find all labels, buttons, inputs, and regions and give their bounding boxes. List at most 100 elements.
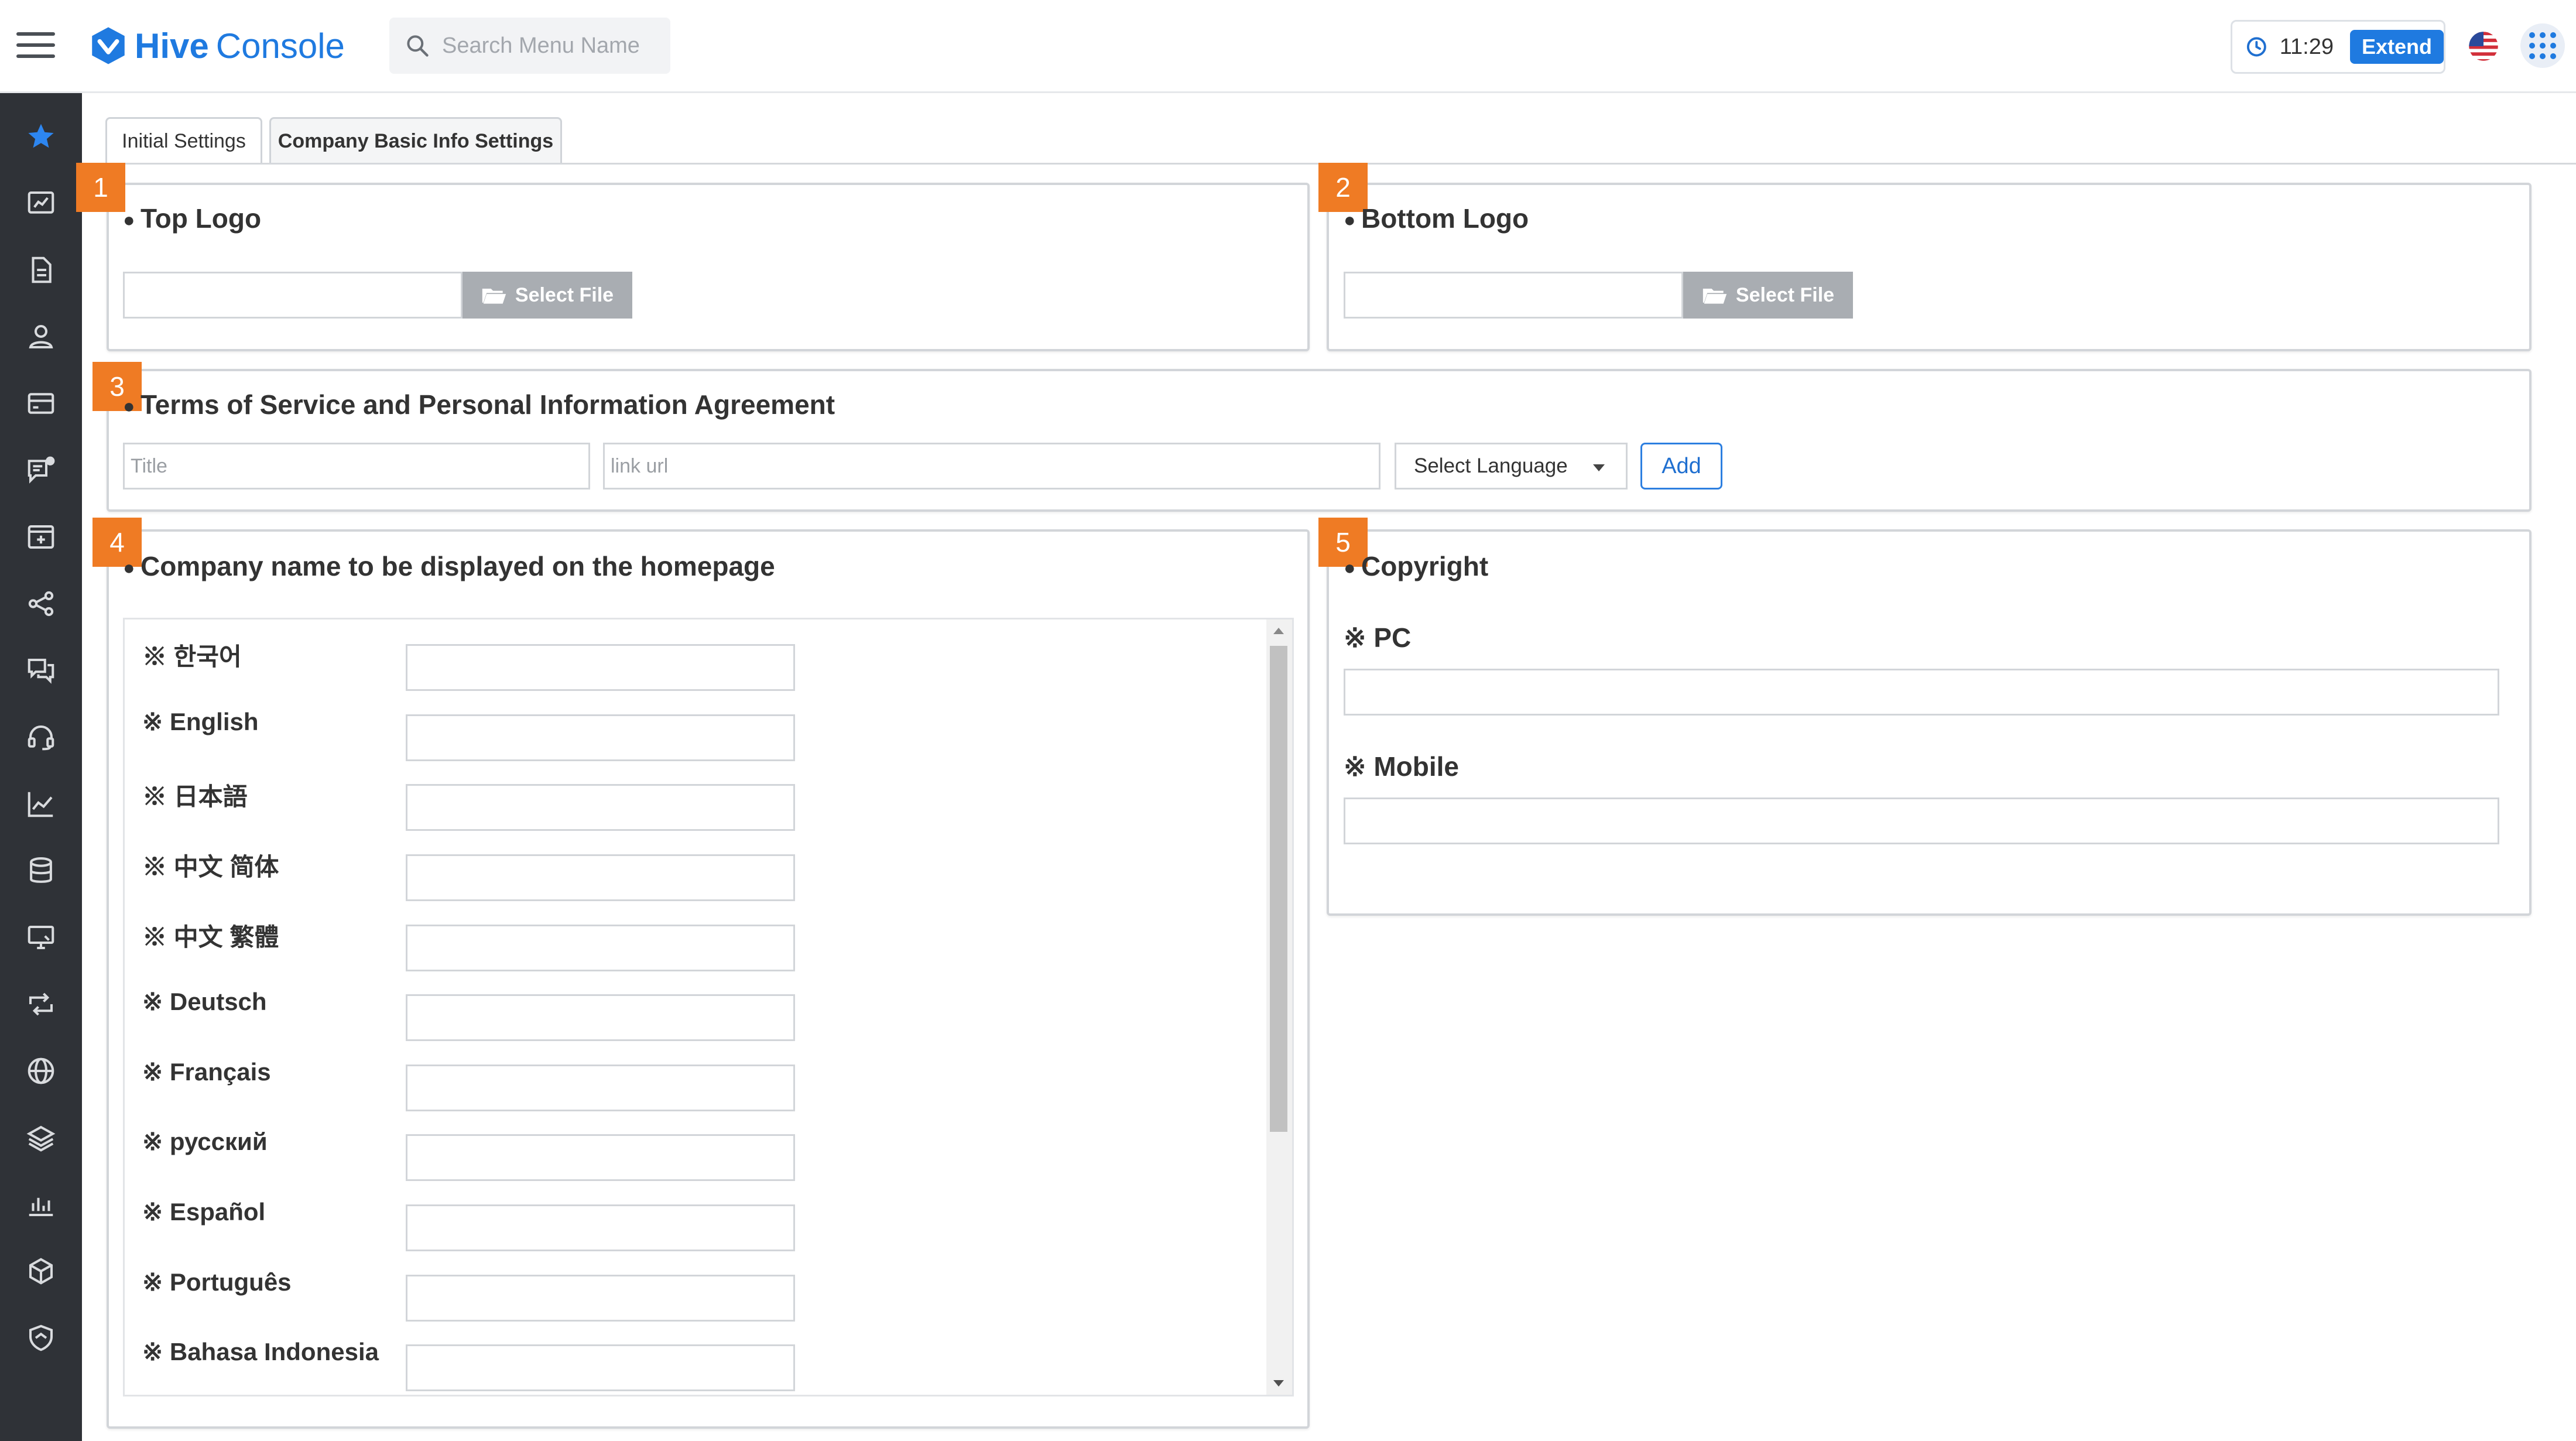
language-label: ※ 日本語 bbox=[142, 783, 248, 810]
list-item: ※ русский bbox=[125, 1124, 1237, 1181]
company-name-language-list[interactable]: ※ 한국어 ※ English ※ 日本語 ※ 中文 简体 ※ 中文 繁體 ※ … bbox=[123, 618, 1294, 1396]
company-name-input-ru[interactable] bbox=[406, 1134, 795, 1181]
message-icon[interactable] bbox=[0, 441, 82, 499]
language-label: ※ 中文 简体 bbox=[142, 853, 279, 881]
folder-open-icon bbox=[482, 289, 506, 304]
scrollbar[interactable] bbox=[1266, 619, 1292, 1395]
caret-down-icon bbox=[1593, 464, 1605, 471]
hive-logo-icon bbox=[92, 27, 125, 64]
sync-icon[interactable] bbox=[0, 975, 82, 1033]
language-label: ※ русский bbox=[142, 1128, 268, 1155]
terms-title: Terms of Service and Personal Informatio… bbox=[123, 389, 835, 420]
folder-open-icon bbox=[1703, 289, 1727, 304]
top-bar: Hive Console 11:29 Extend bbox=[0, 0, 2576, 93]
search-icon bbox=[407, 35, 429, 57]
select-file-label: Select File bbox=[1735, 283, 1835, 306]
list-item: ※ 中文 简体 bbox=[125, 844, 1237, 901]
list-item: ※ English bbox=[125, 704, 1237, 761]
app-grid-icon[interactable] bbox=[2520, 23, 2565, 68]
bar-chart-icon[interactable] bbox=[0, 1175, 82, 1234]
dashboard-icon[interactable] bbox=[0, 174, 82, 232]
language-label: ※ Deutsch bbox=[142, 988, 267, 1015]
database-icon[interactable] bbox=[0, 841, 82, 900]
globe-icon[interactable] bbox=[0, 1042, 82, 1100]
language-select-label: Select Language bbox=[1414, 454, 1568, 477]
shield-icon[interactable] bbox=[0, 1309, 82, 1367]
logo-product: Console bbox=[215, 26, 345, 66]
bottom-logo-title: Bottom Logo bbox=[1344, 203, 1529, 234]
language-label: ※ English bbox=[142, 708, 259, 735]
company-name-input-en[interactable] bbox=[406, 714, 795, 761]
add-terms-button[interactable]: Add bbox=[1640, 443, 1722, 490]
company-name-input-pt[interactable] bbox=[406, 1275, 795, 1322]
session-time: 11:29 bbox=[2279, 34, 2334, 59]
bottom-logo-select-file-button[interactable]: Select File bbox=[1683, 272, 1853, 319]
company-name-input-ja[interactable] bbox=[406, 784, 795, 831]
cube-icon[interactable] bbox=[0, 1242, 82, 1300]
sidebar bbox=[0, 93, 82, 1441]
section-badge-1: 1 bbox=[76, 163, 125, 212]
extend-button[interactable]: Extend bbox=[2349, 30, 2444, 64]
search-box[interactable] bbox=[389, 18, 670, 74]
top-logo-file-field[interactable] bbox=[123, 272, 463, 319]
company-name-title: Company name to be displayed on the home… bbox=[123, 550, 775, 582]
menu-icon[interactable] bbox=[16, 32, 55, 59]
scroll-up-arrow-icon[interactable] bbox=[1273, 628, 1284, 634]
top-logo-select-file-button[interactable]: Select File bbox=[463, 272, 632, 319]
chart-icon[interactable] bbox=[0, 775, 82, 833]
user-icon[interactable] bbox=[0, 307, 82, 366]
document-icon[interactable] bbox=[0, 241, 82, 299]
terms-title-input[interactable] bbox=[123, 443, 590, 490]
language-label: ※ Español bbox=[142, 1198, 266, 1226]
top-logo-title: Top Logo bbox=[123, 203, 261, 234]
company-name-input-zh-hans[interactable] bbox=[406, 854, 795, 901]
language-label: ※ 한국어 bbox=[142, 643, 242, 670]
copyright-pc-label: ※ PC bbox=[1344, 622, 1412, 653]
search-input[interactable] bbox=[441, 32, 666, 59]
share-icon[interactable] bbox=[0, 574, 82, 633]
logo[interactable]: Hive Console bbox=[87, 22, 345, 69]
copyright-mobile-input[interactable] bbox=[1344, 797, 2499, 844]
tab-company-basic-info-settings[interactable]: Company Basic Info Settings bbox=[269, 117, 562, 164]
list-item: ※ Français bbox=[125, 1054, 1237, 1111]
scroll-down-arrow-icon[interactable] bbox=[1273, 1380, 1284, 1387]
clock-icon bbox=[2246, 37, 2266, 57]
language-label: ※ Português bbox=[142, 1268, 292, 1296]
company-name-input-ko[interactable] bbox=[406, 644, 795, 691]
list-item: ※ 日本語 bbox=[125, 773, 1237, 831]
top-logo-panel bbox=[107, 183, 1310, 351]
tab-initial-settings[interactable]: Initial Settings bbox=[105, 117, 262, 164]
card-icon[interactable] bbox=[0, 374, 82, 433]
company-name-input-es[interactable] bbox=[406, 1204, 795, 1251]
logo-brand: Hive bbox=[135, 26, 209, 66]
headset-icon[interactable] bbox=[0, 708, 82, 766]
terms-link-url-input[interactable] bbox=[603, 443, 1381, 490]
company-name-input-zh-hant[interactable] bbox=[406, 925, 795, 971]
us-flag-icon[interactable] bbox=[2468, 30, 2499, 62]
bottom-logo-file-field[interactable] bbox=[1344, 272, 1683, 319]
copyright-panel bbox=[1327, 529, 2532, 916]
company-name-input-de[interactable] bbox=[406, 994, 795, 1041]
language-label: ※ Bahasa Indonesia bbox=[142, 1338, 379, 1365]
scrollbar-thumb[interactable] bbox=[1270, 646, 1287, 1132]
list-item: ※ 한국어 bbox=[125, 634, 1237, 691]
copyright-title: Copyright bbox=[1344, 550, 1488, 582]
list-item: ※ 中文 繁體 bbox=[125, 914, 1237, 971]
monitor-icon[interactable] bbox=[0, 908, 82, 967]
select-file-label: Select File bbox=[515, 283, 614, 306]
language-label: ※ Français bbox=[142, 1058, 271, 1086]
layers-icon[interactable] bbox=[0, 1108, 82, 1167]
list-item: ※ Español bbox=[125, 1194, 1237, 1251]
company-name-input-id[interactable] bbox=[406, 1344, 795, 1391]
list-item: ※ Português bbox=[125, 1264, 1237, 1322]
company-name-input-fr[interactable] bbox=[406, 1065, 795, 1111]
list-item: ※ Bahasa Indonesia bbox=[125, 1334, 1237, 1391]
language-select[interactable]: Select Language bbox=[1395, 443, 1628, 490]
chat-icon[interactable] bbox=[0, 641, 82, 700]
list-item: ※ Deutsch bbox=[125, 984, 1237, 1041]
star-icon[interactable] bbox=[0, 107, 82, 166]
copyright-pc-input[interactable] bbox=[1344, 669, 2499, 716]
add-box-icon[interactable] bbox=[0, 508, 82, 566]
language-label: ※ 中文 繁體 bbox=[142, 923, 279, 951]
session-timer: 11:29 Extend bbox=[2231, 20, 2445, 74]
